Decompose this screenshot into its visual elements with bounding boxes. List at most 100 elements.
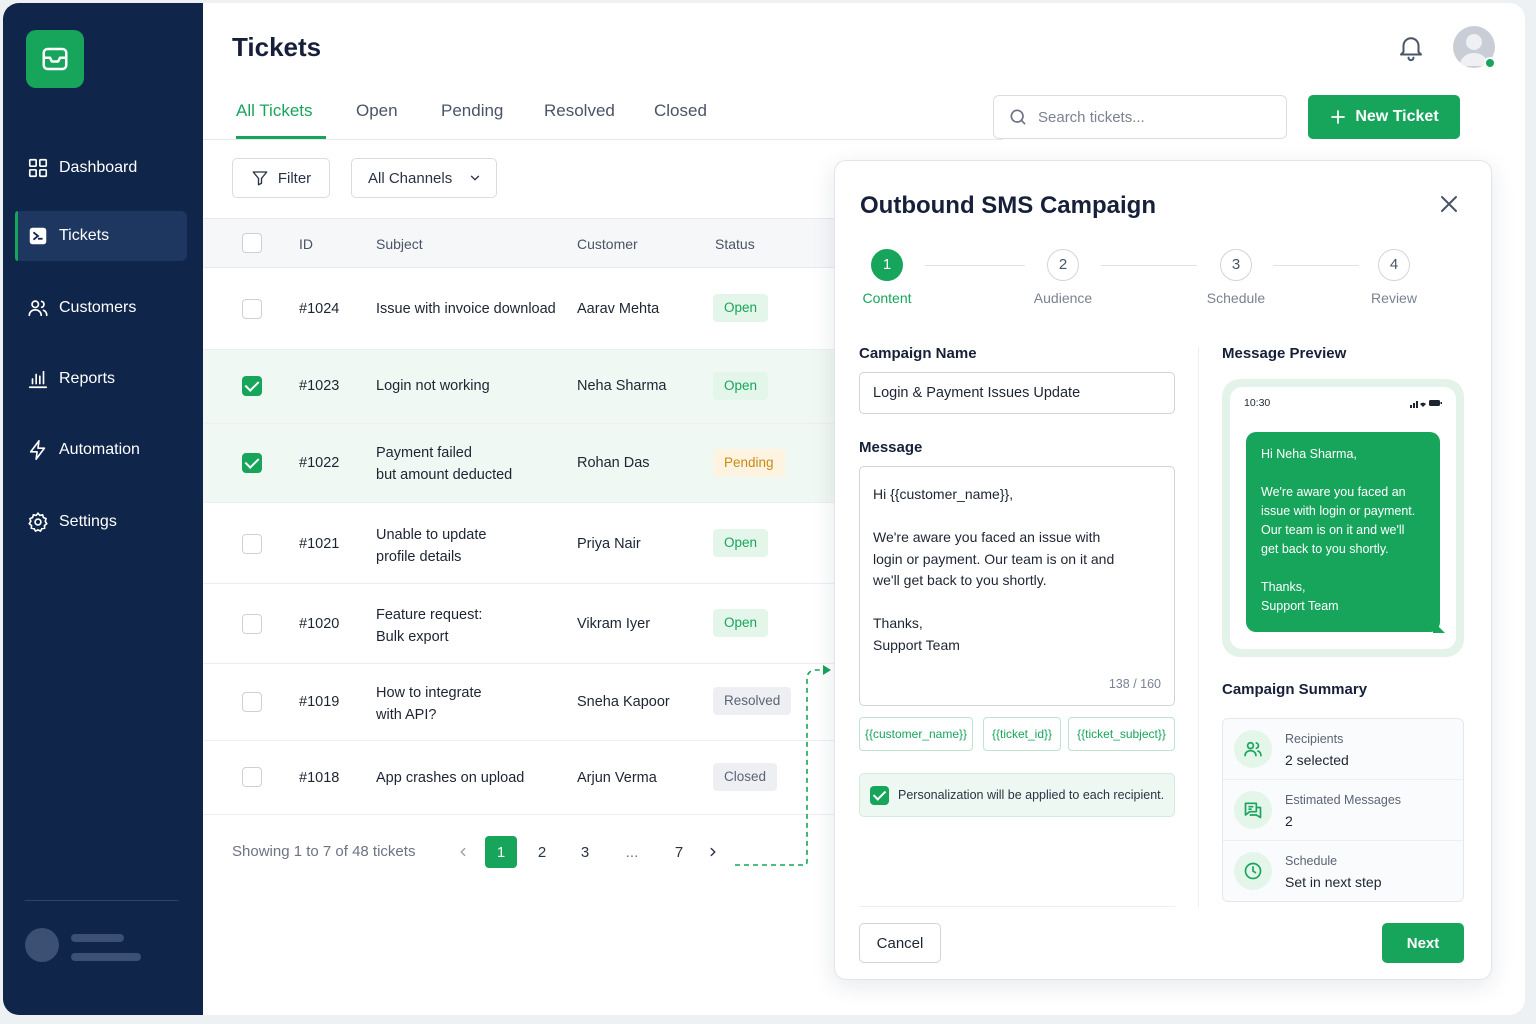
filter-icon	[252, 171, 268, 186]
page-button-7[interactable]: 7	[663, 836, 695, 868]
tab-resolved[interactable]: Resolved	[544, 93, 615, 139]
personalization-notice: Personalization will be applied to each …	[859, 773, 1175, 817]
ticket-subject-line-2[interactable]: but amount deducted	[376, 464, 512, 486]
sidebar-item-label: Tickets	[59, 227, 110, 244]
variable-chip-ticket-id[interactable]: {{ticket_id}}	[983, 717, 1061, 751]
tabs-divider	[203, 139, 1003, 140]
page-ellipsis: ...	[625, 843, 639, 861]
ticket-subject-line-1[interactable]: Payment failed	[376, 442, 472, 464]
step-label: Schedule	[1206, 290, 1266, 306]
row-checkbox[interactable]	[242, 534, 262, 554]
message-line: Thanks,	[873, 615, 923, 631]
summary-value: Set in next step	[1285, 874, 1382, 890]
sidebar-item-automation[interactable]: Automation	[15, 425, 187, 475]
ticket-subject-line-1[interactable]: Feature request:	[376, 604, 482, 626]
row-checkbox[interactable]	[242, 614, 262, 634]
message-label: Message	[859, 439, 923, 456]
chevron-right-icon	[710, 847, 716, 857]
table-header: ID Subject Customer Status	[203, 218, 843, 268]
step-content[interactable]: 1 Content	[847, 249, 927, 306]
user-avatar-placeholder[interactable]	[25, 928, 59, 962]
phone-screen: 10:30 Hi Neha Sharma, We're aware you fa…	[1230, 387, 1456, 649]
sidebar-item-customers[interactable]: Customers	[15, 283, 187, 333]
tab-open[interactable]: Open	[356, 93, 398, 139]
modal-title: Outbound SMS Campaign	[860, 192, 1156, 219]
sidebar-item-label: Settings	[59, 513, 117, 530]
variable-chip-ticket-subject[interactable]: {{ticket_subject}}	[1068, 717, 1175, 751]
ticket-subject[interactable]: Login not working	[376, 378, 490, 394]
row-checkbox[interactable]	[242, 376, 262, 396]
tab-all-tickets[interactable]: All Tickets	[236, 93, 326, 139]
personalization-text: Personalization will be applied to each …	[898, 788, 1165, 802]
ticket-subject[interactable]: App crashes on upload	[376, 770, 524, 786]
table-row[interactable]: #1020 Feature request: Bulk export Vikra…	[203, 584, 843, 664]
preview-line: Thanks,	[1261, 580, 1306, 594]
ticket-id: #1019	[299, 694, 340, 710]
table-row[interactable]: #1024 Issue with invoice download Aarav …	[203, 269, 843, 350]
users-icon	[28, 300, 48, 317]
close-icon[interactable]	[1437, 192, 1461, 216]
ticket-subject-line-2[interactable]: with API?	[376, 704, 436, 726]
preview-line: Our team is on it and we'll	[1261, 523, 1405, 537]
status-badge: Pending	[713, 449, 785, 477]
ticket-customer: Neha Sharma	[577, 378, 667, 394]
table-row[interactable]: #1021 Unable to update profile details P…	[203, 503, 843, 584]
new-ticket-button[interactable]: New Ticket	[1308, 95, 1460, 139]
ticket-subject-line-2[interactable]: Bulk export	[376, 626, 449, 648]
next-button[interactable]: Next	[1382, 923, 1464, 963]
status-badge: Open	[713, 372, 769, 400]
row-checkbox[interactable]	[242, 453, 262, 473]
search-input[interactable]	[1038, 108, 1268, 126]
page-button-2[interactable]: 2	[526, 836, 558, 868]
personalization-checkbox[interactable]	[870, 785, 889, 805]
step-connector	[1101, 265, 1197, 266]
tab-pending[interactable]: Pending	[441, 93, 503, 139]
ticket-customer: Rohan Das	[577, 455, 650, 471]
sidebar-item-settings[interactable]: Settings	[15, 497, 187, 547]
next-page-button[interactable]	[701, 836, 725, 868]
ticket-subject-line-1[interactable]: How to integrate	[376, 682, 482, 704]
page-button-3[interactable]: 3	[569, 836, 601, 868]
tab-closed[interactable]: Closed	[654, 93, 707, 139]
variable-chip-customer-name[interactable]: {{customer_name}}	[859, 717, 973, 751]
row-checkbox[interactable]	[242, 767, 262, 787]
sidebar-item-reports[interactable]: Reports	[15, 354, 187, 404]
table-row[interactable]: #1023 Login not working Neha Sharma Open	[203, 350, 843, 424]
channel-select[interactable]: All Channels	[351, 158, 497, 198]
app-logo[interactable]	[26, 30, 84, 88]
ticket-customer: Vikram Iyer	[577, 616, 651, 632]
preview-line: We're aware you faced an	[1261, 485, 1406, 499]
message-textarea[interactable]: Hi {{customer_name}}, We're aware you fa…	[859, 466, 1175, 706]
row-checkbox[interactable]	[242, 692, 262, 712]
step-label: Review	[1371, 290, 1417, 306]
summary-value: 2	[1285, 813, 1293, 829]
page-button-1[interactable]: 1	[485, 836, 517, 868]
step-audience[interactable]: 2 Audience	[1023, 249, 1103, 306]
ticket-subject[interactable]: Issue with invoice download	[376, 301, 556, 317]
gear-icon	[28, 512, 48, 533]
row-checkbox[interactable]	[242, 299, 262, 319]
table-row[interactable]: #1022 Payment failed but amount deducted…	[203, 424, 843, 503]
ticket-subject-line-1[interactable]: Unable to update	[376, 524, 486, 546]
sidebar-item-tickets[interactable]: Tickets	[15, 211, 187, 261]
prev-page-button[interactable]	[451, 836, 475, 868]
cancel-button[interactable]: Cancel	[859, 923, 941, 963]
select-all-checkbox[interactable]	[242, 233, 262, 253]
filter-label: Filter	[277, 169, 312, 187]
campaign-name-input[interactable]	[859, 372, 1175, 414]
bolt-icon	[29, 440, 46, 460]
sidebar-item-label: Reports	[59, 370, 116, 387]
summary-key: Schedule	[1285, 854, 1338, 868]
summary-key: Recipients	[1285, 732, 1344, 746]
sidebar-item-dashboard[interactable]: Dashboard	[15, 143, 187, 193]
clock-icon	[1234, 852, 1272, 890]
signal-battery-icon	[1410, 400, 1442, 408]
chevron-left-icon	[460, 847, 466, 857]
filter-button[interactable]: Filter	[232, 158, 330, 198]
step-review[interactable]: 4 Review	[1354, 249, 1434, 306]
bell-icon[interactable]	[1396, 32, 1426, 62]
ticket-id: #1021	[299, 536, 340, 552]
step-schedule[interactable]: 3 Schedule	[1196, 249, 1276, 306]
ticket-id: #1022	[299, 455, 340, 471]
ticket-subject-line-2[interactable]: profile details	[376, 546, 461, 568]
